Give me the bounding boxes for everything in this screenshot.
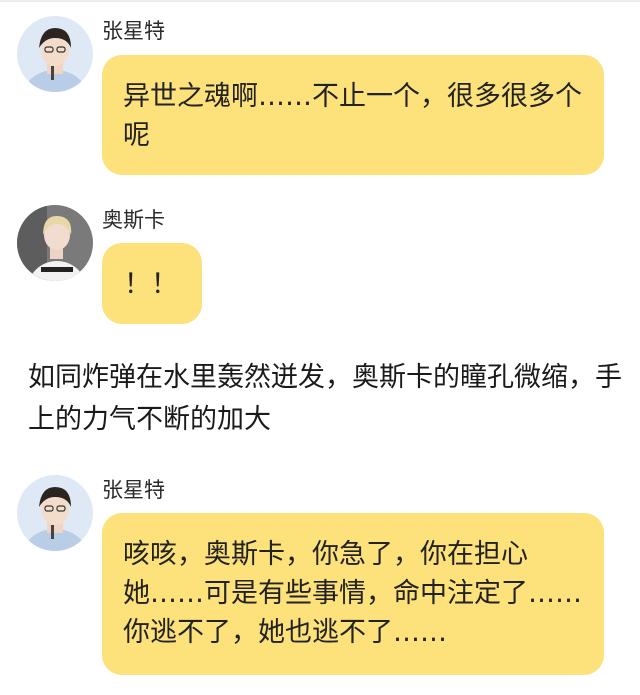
top-divider (0, 0, 640, 2)
sender-name: 奥斯卡 (102, 208, 165, 232)
avatar-icon (17, 475, 93, 551)
message-text: 异世之魂啊……不止一个，很多很多个呢 (123, 81, 582, 151)
message-text: 咳咳，奥斯卡，你急了，你在担心她……可是有些事情，命中注定了……你逃不了，她也逃… (123, 539, 582, 648)
avatar-icon (17, 205, 93, 281)
message-bubble[interactable]: 异世之魂啊……不止一个，很多很多个呢 (102, 55, 604, 175)
avatar-zhang-xingte[interactable] (17, 16, 93, 92)
sender-name: 张星特 (102, 19, 165, 43)
message-text: ！！ (124, 269, 178, 300)
avatar-icon (17, 16, 93, 92)
avatar-aosika[interactable] (17, 205, 93, 281)
message-bubble[interactable]: ！！ (102, 243, 202, 324)
sender-name: 张星特 (102, 478, 165, 502)
message-bubble[interactable]: 咳咳，奥斯卡，你急了，你在担心她……可是有些事情，命中注定了……你逃不了，她也逃… (102, 513, 604, 675)
avatar-zhang-xingte[interactable] (17, 475, 93, 551)
narration-text: 如同炸弹在水里轰然迸发，奥斯卡的瞳孔微缩，手上的力气不断的加大 (28, 362, 622, 435)
